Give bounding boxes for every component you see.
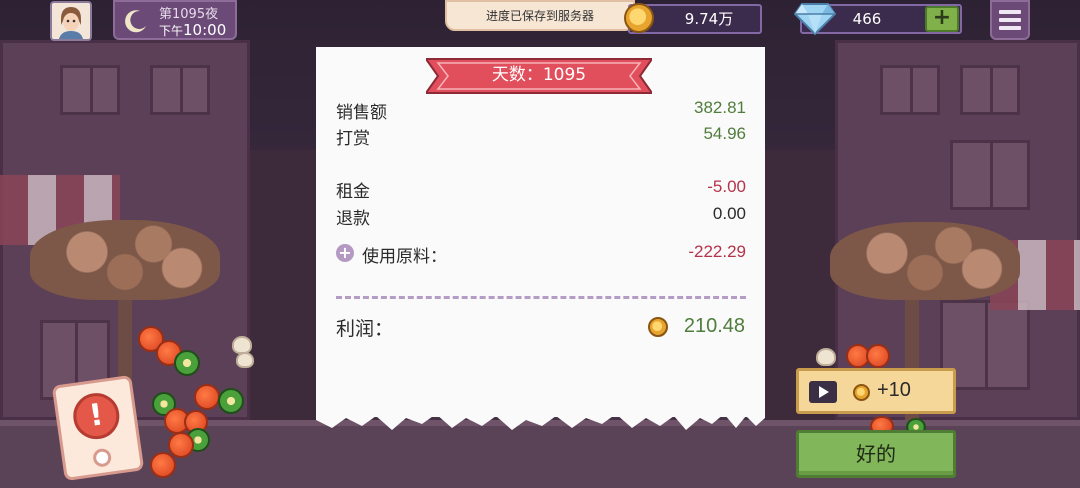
day-banner-text: 天数：1095 xyxy=(491,65,587,85)
alert-icon: ! xyxy=(70,390,123,443)
tree-canopy xyxy=(30,220,220,300)
refund-value: 0.00 xyxy=(712,204,746,223)
tips-value: 54.96 xyxy=(703,124,746,143)
gem-icon xyxy=(794,3,836,36)
garlic xyxy=(236,352,254,368)
avatar-icon xyxy=(53,3,89,39)
moon-icon xyxy=(125,10,146,33)
refund-row: 退款 0.00 xyxy=(336,204,746,229)
ampm-label: 下午 xyxy=(159,24,184,38)
tree-canopy xyxy=(830,222,1020,300)
sales-row: 销售额 382.81 xyxy=(336,98,746,123)
pepper xyxy=(174,350,200,376)
coin-amount: 9.74万 xyxy=(684,10,734,28)
window xyxy=(960,65,1020,115)
sales-label: 销售额 xyxy=(336,103,387,123)
tomato xyxy=(194,384,220,410)
ingredients-value: -222.29 xyxy=(688,242,746,261)
menu-icon xyxy=(999,10,1021,14)
tips-row: 打赏 54.96 xyxy=(336,124,746,149)
add-gems-button[interactable]: + xyxy=(925,6,959,32)
rent-row: 租金 -5.00 xyxy=(336,177,746,202)
time-panel: 第1095夜 下午10:00 xyxy=(113,0,237,40)
ingredients-row[interactable]: + 使用原料： -222.29 xyxy=(336,242,746,267)
rent-value: -5.00 xyxy=(707,177,746,196)
garlic xyxy=(816,348,836,366)
tomato xyxy=(866,344,890,368)
receipt-torn-edge xyxy=(316,408,765,430)
coin-icon xyxy=(853,384,870,401)
phone-home-icon xyxy=(92,447,113,468)
profit-value: 210.48 xyxy=(683,315,745,337)
tomato xyxy=(150,452,176,478)
refund-label: 退款 xyxy=(336,209,370,229)
ingredients-label: 使用原料： xyxy=(362,247,447,267)
coin-icon xyxy=(624,3,654,33)
sales-value: 382.81 xyxy=(694,98,746,117)
tips-label: 打赏 xyxy=(336,129,370,149)
receipt-divider xyxy=(336,296,746,299)
clock-display: 下午10:00 xyxy=(159,20,226,39)
ad-reward-label: +10 xyxy=(877,379,911,401)
alert-phone-button[interactable]: ! xyxy=(51,374,145,482)
pepper xyxy=(218,388,244,414)
gem-amount: 466 xyxy=(852,10,882,28)
watch-ad-button[interactable]: +10 xyxy=(796,368,956,414)
play-icon xyxy=(809,381,837,403)
window xyxy=(150,65,210,115)
window xyxy=(880,65,940,115)
coin-icon xyxy=(648,317,668,337)
expand-plus-icon[interactable]: + xyxy=(336,244,354,262)
menu-button[interactable] xyxy=(990,0,1030,40)
clock-time: 10:00 xyxy=(183,21,227,39)
tomato xyxy=(168,432,194,458)
window xyxy=(950,140,1030,210)
save-toast: 进度已保存到服务器 xyxy=(445,0,635,31)
window xyxy=(60,65,120,115)
profit-label: 利润： xyxy=(336,318,394,340)
player-avatar[interactable] xyxy=(50,1,92,41)
ok-button[interactable]: 好的 xyxy=(796,430,956,478)
rent-label: 租金 xyxy=(336,182,370,202)
